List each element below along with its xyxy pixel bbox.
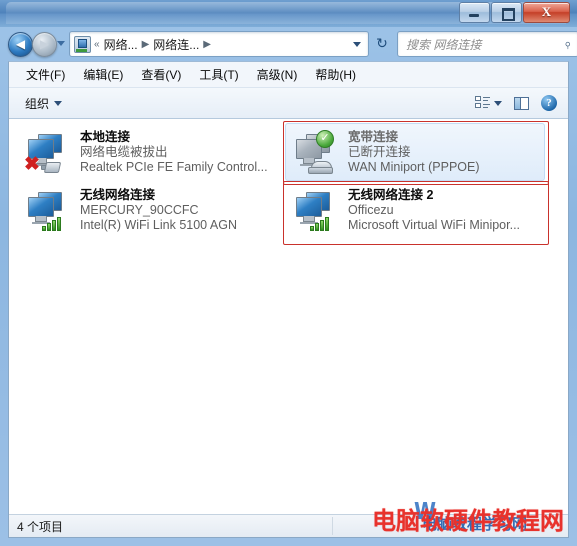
connection-status: MERCURY_90CCFC — [80, 202, 199, 217]
menu-item-tools[interactable]: 工具(T) — [190, 63, 247, 86]
view-chevron-down-icon — [494, 100, 502, 106]
help-button[interactable]: ? — [536, 92, 562, 114]
connection-device: Realtek PCIe FE Family Control... — [80, 159, 268, 174]
connection-name: 无线网络连接 — [80, 187, 156, 202]
connection-text-block: 无线网络连接 MERCURY_90CCFC Intel(R) WiFi Link… — [80, 188, 270, 233]
connection-name: 宽带连接 — [348, 129, 399, 144]
help-icon: ? — [541, 95, 557, 111]
search-input[interactable]: 搜索 网络连接 — [406, 36, 481, 53]
organize-button[interactable]: 组织 — [19, 92, 68, 115]
two-monitors-icon: ✖ — [24, 130, 72, 174]
window-controls: X — [458, 2, 570, 23]
minimize-icon — [469, 14, 479, 17]
cable-plug-icon — [41, 161, 62, 173]
connection-name: 无线网络连接 2 — [348, 187, 434, 202]
navigation-bar: ◀ ▶ « 网络... ▶ 网络连... ▶ ↻ 搜索 网络连接 ⌕ — [8, 30, 577, 58]
search-icon: ⌕ — [559, 35, 575, 52]
refresh-icon[interactable]: ↻ — [372, 33, 392, 53]
menu-item-view[interactable]: 查看(V) — [132, 63, 190, 86]
address-dropdown-icon[interactable] — [353, 41, 361, 47]
list-item[interactable]: 无线网络连接 2 Officezu Microsoft Virtual WiFi… — [285, 181, 545, 239]
monitor-front — [28, 197, 54, 224]
view-list-icon — [475, 96, 490, 110]
command-toolbar: 组织 ? — [9, 88, 568, 119]
chevron-down-icon — [54, 100, 63, 106]
explorer-window: X ◀ ▶ « 网络... ▶ 网络连... ▶ ↻ 搜索 网络连接 ⌕ 文件(… — [0, 0, 577, 546]
forward-arrow-icon: ▶ — [39, 37, 50, 51]
breadcrumb-item-network[interactable]: 网络... — [103, 36, 139, 53]
connections-list: ✖ 本地连接 网络电缆被拔出 Realtek PCIe FE Family Co… — [9, 119, 568, 516]
green-check-icon: ✓ — [316, 130, 334, 148]
toolbar-right-group: ? — [470, 92, 562, 114]
monitor-modem-icon: ✓ — [292, 130, 340, 174]
list-item[interactable]: 无线网络连接 MERCURY_90CCFC Intel(R) WiFi Link… — [17, 181, 277, 239]
minimize-button[interactable] — [459, 2, 490, 23]
monitor-front — [296, 197, 322, 224]
search-box[interactable]: 搜索 网络连接 ⌕ — [397, 31, 577, 57]
connection-device: Intel(R) WiFi Link 5100 AGN — [80, 217, 237, 232]
history-dropdown-icon[interactable] — [57, 41, 65, 46]
signal-bars-icon — [310, 215, 332, 231]
list-item[interactable]: ✓ 宽带连接 已断开连接 WAN Miniport (PPPOE) — [285, 123, 545, 181]
breadcrumb-separator-1[interactable]: ▶ — [139, 39, 153, 50]
title-bar: X — [0, 0, 577, 27]
menu-item-advanced[interactable]: 高级(N) — [248, 63, 307, 86]
menu-item-edit[interactable]: 编辑(E) — [74, 63, 132, 86]
network-folder-icon — [74, 35, 91, 53]
signal-bars-icon — [42, 215, 64, 231]
breadcrumb-item-connections[interactable]: 网络连... — [152, 36, 200, 53]
connection-text-block: 无线网络连接 2 Officezu Microsoft Virtual WiFi… — [348, 188, 538, 233]
connection-name: 本地连接 — [80, 129, 131, 144]
connection-text-block: 本地连接 网络电缆被拔出 Realtek PCIe FE Family Cont… — [80, 130, 270, 175]
breadcrumb-overflow[interactable]: « — [91, 39, 103, 50]
address-bar[interactable]: « 网络... ▶ 网络连... ▶ — [69, 31, 369, 57]
back-button[interactable]: ◀ — [8, 32, 33, 57]
forward-button[interactable]: ▶ — [32, 32, 57, 57]
connection-status: 已断开连接 — [348, 144, 411, 159]
back-arrow-icon: ◀ — [15, 37, 26, 51]
two-monitors-icon — [292, 188, 340, 232]
menu-item-help[interactable]: 帮助(H) — [306, 63, 365, 86]
connection-status: Officezu — [348, 202, 394, 217]
connection-device: WAN Miniport (PPPOE) — [348, 159, 480, 174]
close-button[interactable]: X — [523, 2, 570, 23]
red-x-icon: ✖ — [24, 154, 40, 175]
two-monitors-icon — [24, 188, 72, 232]
connection-text-block: 宽带连接 已断开连接 WAN Miniport (PPPOE) — [348, 130, 538, 175]
menu-item-file[interactable]: 文件(F) — [17, 63, 74, 86]
close-icon: X — [541, 4, 552, 19]
modem-icon — [308, 161, 333, 174]
organize-label: 组织 — [25, 96, 50, 111]
connection-status: 网络电缆被拔出 — [80, 144, 168, 159]
maximize-icon — [502, 8, 515, 21]
change-view-button[interactable] — [470, 93, 507, 113]
window-client-area: 文件(F) 编辑(E) 查看(V) 工具(T) 高级(N) 帮助(H) 组织 ?… — [8, 61, 569, 538]
preview-pane-button[interactable] — [509, 94, 534, 113]
breadcrumb-separator-2[interactable]: ▶ — [200, 39, 214, 50]
maximize-button[interactable] — [491, 2, 522, 23]
preview-pane-icon — [514, 96, 529, 110]
connection-device: Microsoft Virtual WiFi Minipor... — [348, 217, 521, 232]
list-item[interactable]: ✖ 本地连接 网络电缆被拔出 Realtek PCIe FE Family Co… — [17, 123, 277, 181]
menu-bar: 文件(F) 编辑(E) 查看(V) 工具(T) 高级(N) 帮助(H) — [9, 62, 568, 88]
item-count-label: 4 个项目 — [17, 519, 64, 534]
status-divider — [332, 517, 333, 535]
status-bar: 4 个项目 — [9, 514, 568, 537]
